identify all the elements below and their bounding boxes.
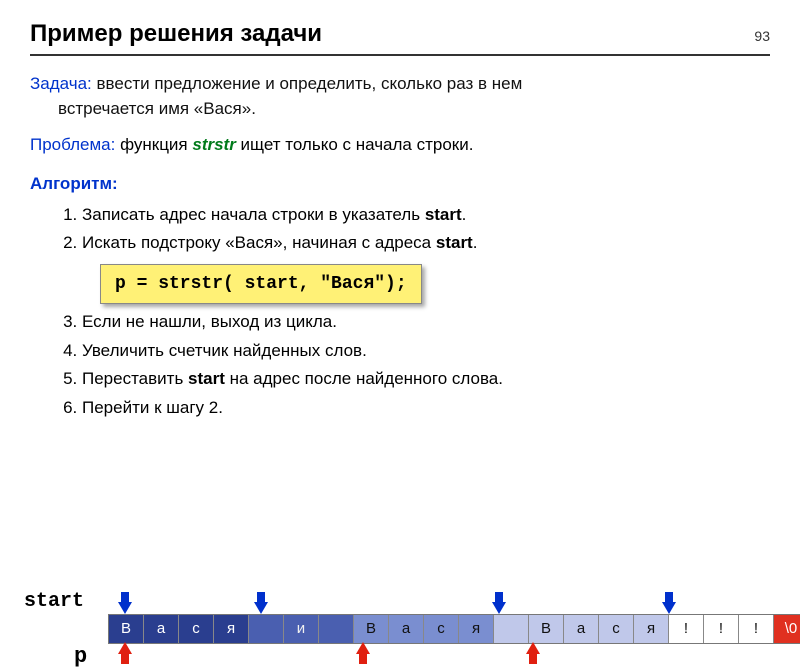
page-number: 93: [754, 28, 770, 44]
start-pointer-label: start: [24, 590, 84, 613]
start-arrow-icon: [665, 592, 673, 602]
task-label: Задача:: [30, 74, 92, 93]
algo-step: Перейти к шагу 2.: [82, 396, 770, 421]
p-pointer-label: p: [74, 644, 87, 669]
algorithm-block: Алгоритм: Записать адрес начала строки в…: [30, 172, 770, 421]
string-cell: !: [739, 615, 774, 643]
start-arrow-tip-icon: [254, 602, 268, 614]
string-cell: В: [529, 615, 564, 643]
start-arrow-icon: [257, 592, 265, 602]
start-arrow-icon: [121, 592, 129, 602]
start-arrow-icon: [495, 592, 503, 602]
string-cell: с: [179, 615, 214, 643]
string-cell: !: [704, 615, 739, 643]
algo-step: Переставить start на адрес после найденн…: [82, 367, 770, 392]
string-cell: и: [284, 615, 319, 643]
string-cell: я: [634, 615, 669, 643]
problem-func: strstr: [192, 135, 235, 154]
algo-step: Увеличить счетчик найденных слов.: [82, 339, 770, 364]
algo-step-post: .: [462, 205, 467, 224]
task-text-2: встречается имя «Вася».: [58, 97, 770, 122]
p-arrow-tip-icon: [356, 642, 370, 654]
string-cell: В: [109, 615, 144, 643]
algo-step-bold: start: [436, 233, 473, 252]
content-area: Задача: ввести предложение и определить,…: [30, 72, 770, 421]
algo-step: Если не нашли, выход из цикла.: [82, 310, 770, 335]
string-cells: Вася и Вася Вася!!!\0: [108, 614, 800, 644]
p-arrow-tip-icon: [526, 642, 540, 654]
start-arrow-tip-icon: [118, 602, 132, 614]
algo-step-text: Увеличить счетчик найденных слов.: [82, 341, 367, 360]
start-arrow-tip-icon: [492, 602, 506, 614]
algo-step-text: Если не нашли, выход из цикла.: [82, 312, 337, 331]
p-arrow-tip-icon: [118, 642, 132, 654]
string-cell: с: [424, 615, 459, 643]
title-underline: [30, 54, 770, 56]
p-arrow-icon: [121, 654, 129, 664]
algo-step: Искать подстроку «Вася», начиная с адрес…: [82, 231, 770, 256]
string-cell: \0: [774, 615, 800, 643]
problem-block: Проблема: функция strstr ищет только с н…: [30, 133, 770, 158]
string-cell: [494, 615, 529, 643]
algo-step: Записать адрес начала строки в указатель…: [82, 203, 770, 228]
string-cell: я: [459, 615, 494, 643]
problem-prefix: функция: [115, 135, 192, 154]
algo-step-text: Искать подстроку «Вася», начиная с адрес…: [82, 233, 436, 252]
algorithm-label: Алгоритм:: [30, 172, 770, 197]
algo-step-text: Перейти к шагу 2.: [82, 398, 223, 417]
task-block: Задача: ввести предложение и определить,…: [30, 72, 770, 121]
algo-step-text: Записать адрес начала строки в указатель: [82, 205, 425, 224]
code-box: p = strstr( start, "Вася");: [100, 264, 422, 304]
p-arrow-icon: [529, 654, 537, 664]
string-cell: а: [389, 615, 424, 643]
string-cell: [249, 615, 284, 643]
string-cell: [319, 615, 354, 643]
string-cell: В: [354, 615, 389, 643]
start-arrow-tip-icon: [662, 602, 676, 614]
problem-suffix: ищет только с начала строки.: [236, 135, 474, 154]
string-cell: а: [144, 615, 179, 643]
algo-step-bold: start: [425, 205, 462, 224]
algorithm-list: Записать адрес начала строки в указатель…: [82, 203, 770, 421]
algo-step-text: Переставить: [82, 369, 188, 388]
task-text-1: ввести предложение и определить, сколько…: [92, 74, 523, 93]
p-arrow-icon: [359, 654, 367, 664]
string-cell: а: [564, 615, 599, 643]
string-cell: я: [214, 615, 249, 643]
algo-step-post: .: [473, 233, 478, 252]
string-cell: с: [599, 615, 634, 643]
problem-label: Проблема:: [30, 135, 115, 154]
algo-step-bold: start: [188, 369, 225, 388]
page-title: Пример решения задачи: [30, 20, 800, 48]
string-cell: !: [669, 615, 704, 643]
algo-step-post: на адрес после найденного слова.: [225, 369, 503, 388]
